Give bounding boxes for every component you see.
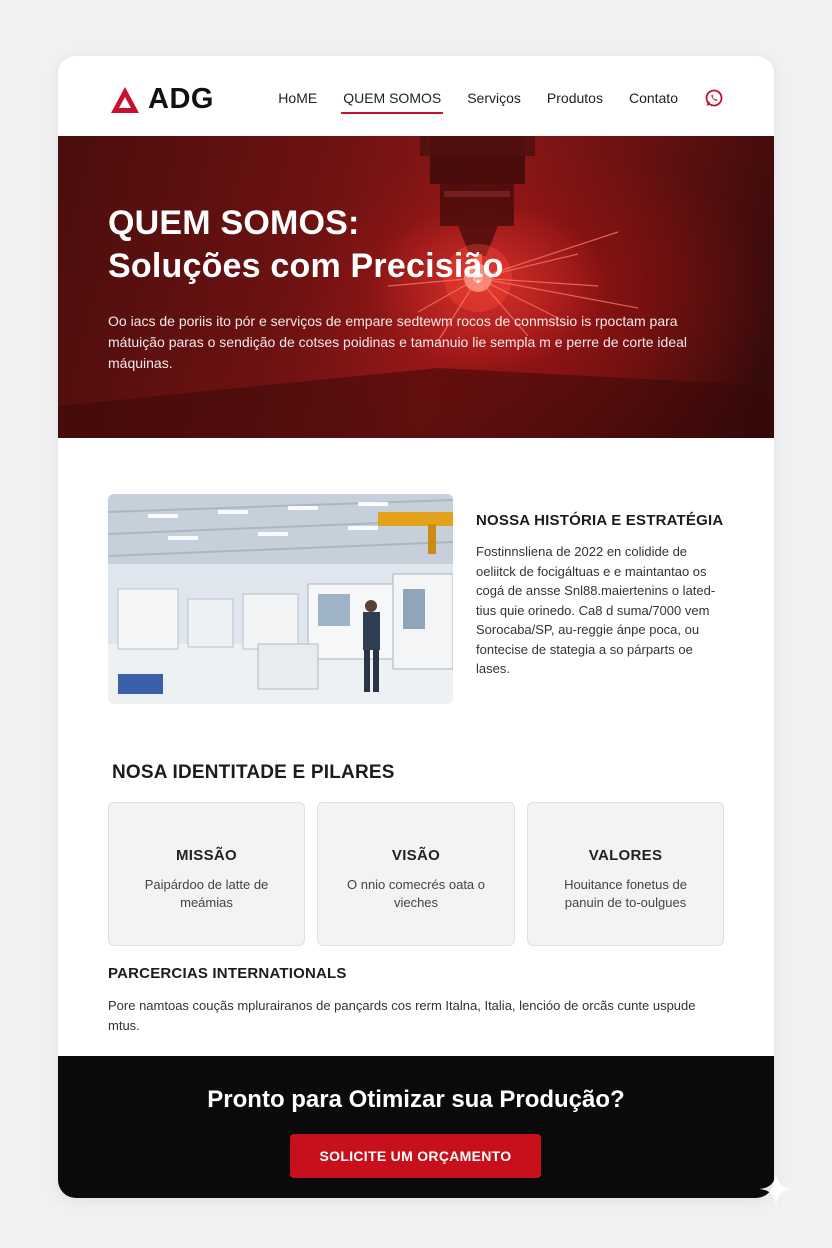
partners-title: PARCERCIAS INTERNATIONALS [108, 965, 347, 982]
pillar-title-missao: MISSÃO [176, 847, 237, 864]
page-card: ADG HoME QUEM SOMOS Serviços Produtos Co… [58, 56, 774, 1198]
site-header: ADG HoME QUEM SOMOS Serviços Produtos Co… [58, 56, 774, 136]
brand-name: ADG [148, 83, 214, 115]
partners-text: Pore namtoas couçãs mplurairanos de panç… [108, 998, 696, 1033]
pillar-title-valores: VALORES [588, 847, 663, 864]
nav-item-contato[interactable]: Contato [629, 90, 678, 114]
factory-photo [108, 494, 453, 704]
identity-title: NOSA IDENTITADE E PILARES [112, 762, 395, 783]
pillar-text-valores: Houitance fonetus de panuin de to-oulgue… [564, 877, 687, 910]
pillar-card-visao: VISÃO O nnio comecrés oata o vieches [317, 802, 515, 946]
main-nav: HoME QUEM SOMOS Serviços Produtos Contat… [278, 88, 724, 114]
history-text: Fostinnsliena de 2022 en colidide de oel… [476, 544, 716, 676]
nav-item-servicos[interactable]: Serviços [467, 90, 521, 114]
nav-item-quem-somos[interactable]: QUEM SOMOS [341, 90, 444, 114]
pillar-card-missao: MISSÃO Paipárdoo de latte de meámias [108, 802, 305, 946]
whatsapp-icon[interactable] [704, 88, 724, 108]
sparkle-icon [759, 1172, 793, 1206]
nav-item-home[interactable]: HoME [278, 90, 317, 114]
pillar-card-valores: VALORES Houitance fonetus de panuin de t… [527, 802, 724, 946]
brand-logo[interactable]: ADG [110, 83, 214, 116]
hero-title-line2: Soluções com Precisião [108, 247, 504, 285]
cta-title: Pronto para Otimizar sua Produção? [207, 1086, 625, 1113]
hero-banner: QUEM SOMOS: Soluções com Precisião Oo ia… [58, 136, 774, 438]
hero-title-line1: QUEM SOMOS: [108, 204, 360, 242]
nav-item-produtos[interactable]: Produtos [547, 90, 603, 114]
history-title: NOSSA HISTÓRIA E ESTRATÉGIA [476, 512, 724, 529]
hero-description: Oo iacs de poriis ito pór e serviços de … [108, 313, 687, 371]
hero-title: QUEM SOMOS: Soluções com Precisião [108, 202, 504, 288]
pillar-text-visao: O nnio comecrés oata o vieches [346, 877, 486, 910]
request-quote-button[interactable]: SOLICITE UM ORÇAMENTO [290, 1134, 541, 1178]
triangle-logo-icon [111, 86, 139, 113]
pillar-text-missao: Paipárdoo de latte de meámias [144, 877, 269, 910]
pillar-title-visao: VISÃO [391, 847, 441, 864]
cta-section: Pronto para Otimizar sua Produção? SOLIC… [58, 1056, 774, 1198]
